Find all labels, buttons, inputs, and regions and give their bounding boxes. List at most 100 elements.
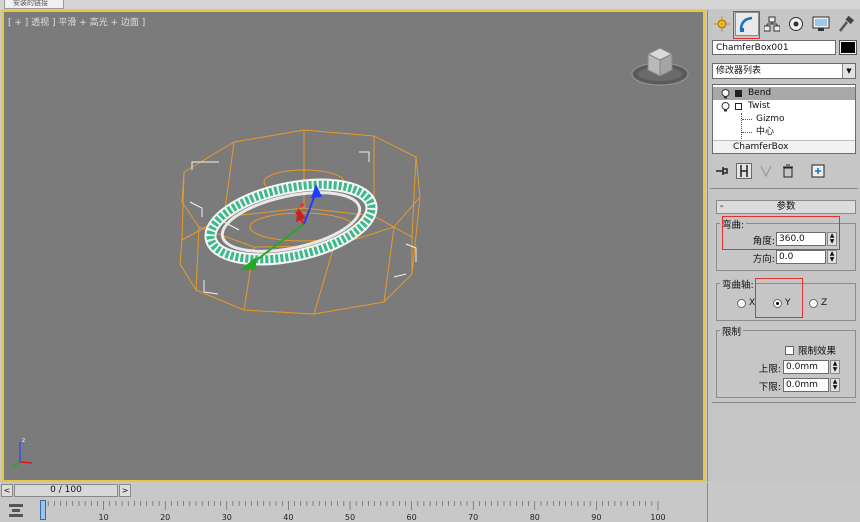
limit-effect-checkbox[interactable]: 限制效果 [785, 343, 836, 357]
make-unique-button[interactable] [758, 163, 774, 179]
perspective-viewport[interactable]: z [ + ] 透视 ] 平滑 + 高光 + 边面 ] [2, 10, 705, 482]
hierarchy-icon [763, 16, 780, 32]
group-title: 弯曲: [720, 217, 747, 231]
radio-label: X [749, 298, 756, 308]
show-end-result-button[interactable] [736, 163, 752, 179]
configure-modifier-sets-button[interactable] [810, 163, 826, 179]
pin-icon [716, 167, 728, 175]
time-cursor[interactable] [40, 500, 46, 520]
panel-footer [707, 483, 860, 522]
ruler-label: 10 [99, 513, 109, 522]
modifier-list-label: 修改器列表 [716, 66, 762, 76]
ruler-label: 70 [468, 513, 478, 522]
ruler-label: 40 [283, 513, 293, 522]
direction-input[interactable]: 0.0 [776, 250, 826, 264]
stack-item-label: Bend [748, 88, 772, 98]
modifier-list-dropdown[interactable]: 修改器列表 ▼ [712, 63, 856, 79]
rollout-title: 参数 [776, 201, 796, 212]
end-result-icon [740, 165, 748, 177]
limits-group: 限制 限制效果 上限: 0.0mm ▲ ▼ 下限: 0.0mm ▲ ▼ [716, 324, 856, 398]
radio-label: Y [785, 298, 791, 308]
hammer-icon [839, 16, 855, 32]
viewport-scene: z [11, 47, 689, 469]
lower-limit-input[interactable]: 0.0mm [783, 378, 829, 392]
stack-item-label: Twist [748, 101, 771, 111]
prev-frame-button[interactable]: < [1, 484, 13, 497]
angle-label: 角度: [752, 236, 775, 247]
pin-stack-button[interactable] [714, 163, 730, 179]
create-tab[interactable] [710, 12, 734, 36]
stack-item-bend[interactable]: Bend [713, 87, 855, 100]
object-name-field[interactable]: ChamferBox001 [712, 40, 836, 55]
stack-item-label: 中心 [756, 127, 775, 137]
stack-item-chamferbox[interactable]: ChamferBox [713, 140, 855, 153]
motion-icon [789, 17, 804, 31]
upper-limit-input[interactable]: 0.0mm [783, 360, 829, 374]
time-slider[interactable]: 0 / 100 [14, 484, 118, 497]
bend-axis-group: 弯曲轴: X Y Z [716, 277, 856, 321]
ruler-label: 50 [345, 513, 355, 522]
stack-subitem-gizmo[interactable]: Gizmo [713, 113, 855, 139]
modifier-stack: Bend Twist Gizmo 中心 ChamferBox [712, 84, 856, 154]
axis-tripod-icon: z [11, 437, 33, 469]
top-tab-strip: 安装的链接 [0, 0, 860, 9]
next-frame-button[interactable]: > [119, 484, 131, 497]
display-icon [812, 16, 830, 31]
stack-toolbar [712, 161, 856, 181]
hierarchy-tab[interactable] [760, 12, 784, 36]
direction-label: 方向: [752, 254, 775, 265]
collapse-minus-icon[interactable] [735, 103, 742, 110]
upper-limit-label: 上限: [758, 364, 781, 375]
checkbox-icon [785, 345, 794, 355]
radio-icon [737, 298, 746, 308]
tree-line [742, 119, 752, 120]
utilities-tab[interactable] [834, 12, 858, 36]
ruler-label: 80 [530, 513, 540, 522]
axis-x-radio[interactable]: X [737, 298, 755, 308]
expand-plus-icon[interactable] [735, 90, 742, 97]
ruler-label: 20 [160, 513, 170, 522]
divider [712, 402, 856, 403]
ruler-label: 90 [591, 513, 601, 522]
twisted-ring-object[interactable] [204, 172, 379, 273]
object-color-swatch[interactable] [839, 40, 857, 55]
direction-spinner[interactable]: ▲ ▼ [827, 250, 837, 264]
track-bar[interactable]: 10 20 30 40 50 60 70 80 90 100 [0, 498, 705, 522]
lightbulb-icon[interactable] [721, 89, 730, 99]
stack-item-label: Gizmo [756, 114, 785, 124]
stack-item-twist[interactable]: Twist [713, 100, 855, 113]
lower-limit-label: 下限: [758, 382, 781, 393]
divider [710, 188, 858, 189]
time-slider-bar: < 0 / 100 > [0, 483, 705, 498]
axis-y-radio[interactable]: Y [773, 298, 791, 308]
lightbulb-icon[interactable] [721, 102, 730, 112]
command-panel: ChamferBox001 修改器列表 ▼ Bend Twist Gizmo 中… [707, 10, 860, 482]
view-cube-icon[interactable] [631, 47, 689, 86]
parameters-rollout-header[interactable]: - 参数 [716, 200, 856, 214]
ruler-label: 100 [650, 513, 665, 522]
lower-limit-spinner[interactable]: ▲ ▼ [830, 378, 840, 392]
group-title: 弯曲轴: [720, 277, 756, 291]
frame-ruler[interactable]: 10 20 30 40 50 60 70 80 90 100 [40, 498, 705, 522]
ruler-label: 60 [407, 513, 417, 522]
configure-sets-icon [811, 164, 825, 178]
ruler-label: 30 [222, 513, 232, 522]
display-tab[interactable] [809, 12, 833, 36]
angle-input[interactable]: 360.0 [776, 232, 826, 246]
command-tabs [710, 12, 858, 36]
bend-group: 弯曲: 角度: 360.0 ▲ ▼ 方向: 0.0 ▲ ▼ [716, 217, 856, 271]
motion-tab[interactable] [785, 12, 809, 36]
trash-icon [783, 164, 793, 178]
axis-z-radio[interactable]: Z [809, 298, 827, 308]
tree-line [742, 132, 752, 133]
stack-subitem-center[interactable]: 中心 [713, 126, 855, 139]
modify-tab[interactable] [734, 12, 759, 36]
stack-item-label: ChamferBox [733, 142, 789, 152]
mini-curve-editor-icon[interactable] [8, 502, 26, 518]
remove-modifier-button[interactable] [780, 163, 796, 179]
upper-limit-spinner[interactable]: ▲ ▼ [830, 360, 840, 374]
document-tab[interactable]: 安装的链接 [4, 0, 64, 9]
viewport-label[interactable]: [ + ] 透视 ] 平滑 + 高光 + 边面 ] [8, 15, 145, 28]
angle-spinner[interactable]: ▲ ▼ [827, 232, 837, 246]
checkbox-label: 限制效果 [798, 346, 837, 357]
